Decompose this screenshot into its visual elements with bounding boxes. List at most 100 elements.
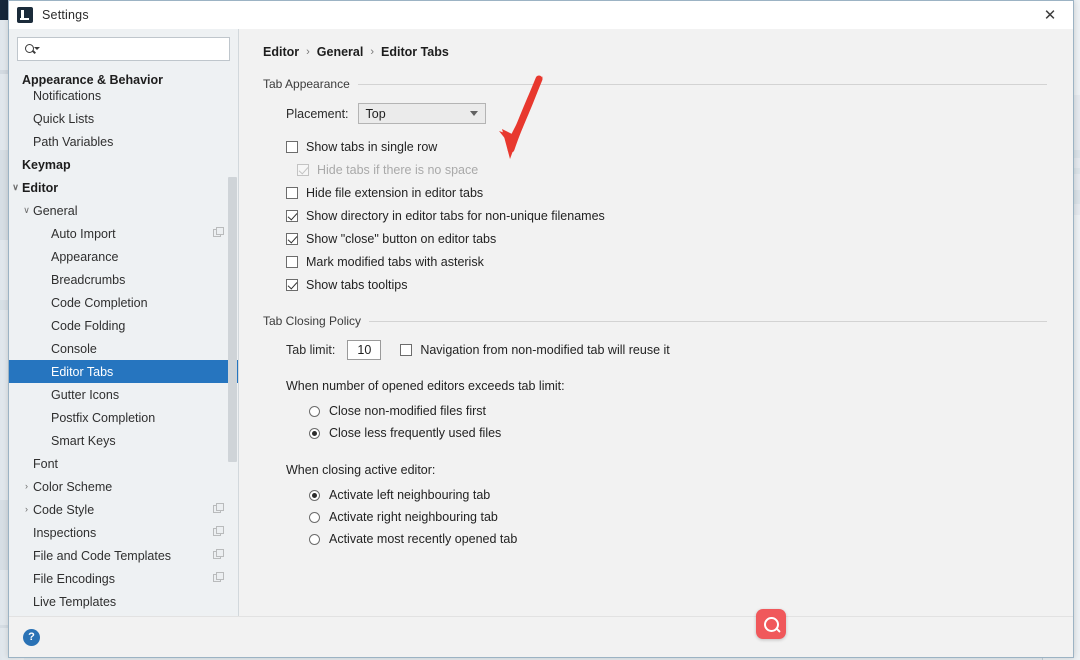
- title-bar: Settings ✕: [9, 1, 1073, 29]
- settings-scope-icon: [213, 227, 224, 238]
- checkbox-label: Hide tabs if there is no space: [317, 163, 478, 177]
- sidebar-item-color-scheme[interactable]: ›Color Scheme: [9, 475, 238, 498]
- chevron-down-icon: [470, 111, 478, 116]
- sidebar-item-breadcrumbs[interactable]: Breadcrumbs: [9, 268, 238, 291]
- dialog-footer: ?: [9, 616, 1073, 657]
- breadcrumb: Editor › General › Editor Tabs: [239, 29, 1073, 59]
- radio-close-non-modified-files-first[interactable]: Close non-modified files first: [309, 400, 1047, 422]
- tab-closing-section: Tab Closing Policy Tab limit: 10 Navigat…: [239, 314, 1073, 550]
- tab-appearance-title: Tab Appearance: [263, 77, 350, 91]
- snipping-tool-badge[interactable]: [756, 609, 786, 639]
- checkbox-box: [400, 344, 412, 356]
- tab-appearance-heading: Tab Appearance: [263, 77, 1047, 91]
- checkbox-label: Mark modified tabs with asterisk: [306, 255, 484, 269]
- sidebar-item-label: Notifications: [33, 89, 101, 103]
- search-icon: [24, 43, 38, 56]
- section-divider: [369, 321, 1047, 322]
- radio-box: [309, 534, 320, 545]
- radio-activate-right-neighbouring-tab[interactable]: Activate right neighbouring tab: [309, 506, 1047, 528]
- sidebar-item-file-and-code-templates[interactable]: File and Code Templates: [9, 544, 238, 567]
- checkbox-show-tabs-tooltips[interactable]: Show tabs tooltips: [286, 273, 1047, 296]
- breadcrumb-separator: ›: [370, 46, 374, 58]
- sidebar-item-file-types[interactable]: File Types: [9, 613, 238, 616]
- tab-closing-title: Tab Closing Policy: [263, 314, 361, 328]
- help-icon[interactable]: ?: [23, 629, 40, 646]
- checkbox-mark-modified-tabs-with-asterisk[interactable]: Mark modified tabs with asterisk: [286, 250, 1047, 273]
- sidebar-item-label: Editor Tabs: [51, 365, 113, 379]
- breadcrumb-item-editor[interactable]: Editor: [263, 45, 299, 59]
- sidebar-item-editor-tabs[interactable]: Editor Tabs: [9, 360, 238, 383]
- settings-tree[interactable]: Appearance & BehaviorNotificationsQuick …: [9, 67, 238, 616]
- search-box[interactable]: [17, 37, 230, 61]
- sidebar-item-label: Keymap: [22, 158, 71, 172]
- chevron-down-icon[interactable]: ∨: [9, 183, 22, 192]
- checkbox-show-close-button-on-editor-tabs[interactable]: Show "close" button on editor tabs: [286, 227, 1047, 250]
- checkbox-box: [297, 164, 309, 176]
- chevron-right-icon[interactable]: ›: [20, 505, 33, 514]
- checkbox-box: [286, 279, 298, 291]
- sidebar-item-label: Code Style: [33, 503, 94, 517]
- sidebar-item-notifications[interactable]: Notifications: [9, 84, 238, 107]
- tab-appearance-section: Tab Appearance Placement: Top Show tabs …: [239, 77, 1073, 296]
- radio-label: Activate left neighbouring tab: [329, 488, 490, 502]
- sidebar-item-label: Console: [51, 342, 97, 356]
- placement-row: Placement: Top: [286, 103, 1047, 124]
- checkbox-show-tabs-in-single-row[interactable]: Show tabs in single row: [286, 135, 1047, 158]
- closing-active-label: When closing active editor:: [286, 463, 1047, 477]
- sidebar-item-console[interactable]: Console: [9, 337, 238, 360]
- reuse-tab-checkbox[interactable]: Navigation from non-modified tab will re…: [400, 343, 669, 357]
- radio-activate-left-neighbouring-tab[interactable]: Activate left neighbouring tab: [309, 484, 1047, 506]
- placement-select[interactable]: Top: [358, 103, 486, 124]
- sidebar-item-label: File Encodings: [33, 572, 115, 586]
- radio-label: Close less frequently used files: [329, 426, 501, 440]
- search-input[interactable]: [40, 39, 223, 59]
- settings-dialog: Settings ✕ Appearance & BehaviorNotifica…: [8, 0, 1074, 658]
- checkbox-label: Hide file extension in editor tabs: [306, 186, 483, 200]
- sidebar-item-code-folding[interactable]: Code Folding: [9, 314, 238, 337]
- sidebar-item-quick-lists[interactable]: Quick Lists: [9, 107, 238, 130]
- sidebar-item-live-templates[interactable]: Live Templates: [9, 590, 238, 613]
- sidebar-item-keymap[interactable]: Keymap: [9, 153, 238, 176]
- checkbox-hide-tabs-if-there-is-no-space: Hide tabs if there is no space: [297, 158, 1047, 181]
- closing-active-radio-group: Activate left neighbouring tab Activate r…: [309, 484, 1047, 550]
- sidebar-item-file-encodings[interactable]: File Encodings: [9, 567, 238, 590]
- chevron-right-icon[interactable]: ›: [20, 482, 33, 491]
- sidebar-item-label: Code Completion: [51, 296, 148, 310]
- sidebar-item-code-style[interactable]: ›Code Style: [9, 498, 238, 521]
- dialog-body: Appearance & BehaviorNotificationsQuick …: [9, 29, 1073, 616]
- exceeds-limit-label: When number of opened editors exceeds ta…: [286, 379, 1047, 393]
- radio-box: [309, 490, 320, 501]
- breadcrumb-item-editor-tabs: Editor Tabs: [381, 45, 449, 59]
- sidebar-item-label: Live Templates: [33, 595, 116, 609]
- radio-close-less-frequently-used-files[interactable]: Close less frequently used files: [309, 422, 1047, 444]
- chevron-down-icon[interactable]: ∨: [20, 206, 33, 215]
- sidebar-item-postfix-completion[interactable]: Postfix Completion: [9, 406, 238, 429]
- sidebar-item-label: Inspections: [33, 526, 96, 540]
- sidebar-item-smart-keys[interactable]: Smart Keys: [9, 429, 238, 452]
- radio-box: [309, 406, 320, 417]
- sidebar-item-editor[interactable]: ∨Editor: [9, 176, 238, 199]
- sidebar-item-label: Breadcrumbs: [51, 273, 125, 287]
- radio-activate-most-recently-opened-tab[interactable]: Activate most recently opened tab: [309, 528, 1047, 550]
- sidebar-scrollbar-thumb[interactable]: [228, 177, 237, 462]
- sidebar-item-path-variables[interactable]: Path Variables: [9, 130, 238, 153]
- settings-scope-icon: [213, 526, 224, 537]
- checkbox-hide-file-extension-in-editor-tabs[interactable]: Hide file extension in editor tabs: [286, 181, 1047, 204]
- sidebar-item-auto-import[interactable]: Auto Import: [9, 222, 238, 245]
- sidebar-item-appearance[interactable]: Appearance: [9, 245, 238, 268]
- checkbox-show-directory-in-editor-tabs-for-non-unique-filenames[interactable]: Show directory in editor tabs for non-un…: [286, 204, 1047, 227]
- sidebar-item-general[interactable]: ∨General: [9, 199, 238, 222]
- tab-limit-input[interactable]: 10: [347, 340, 381, 360]
- sidebar-scrollbar[interactable]: [228, 67, 237, 616]
- sidebar-item-label: General: [33, 204, 77, 218]
- sidebar-item-font[interactable]: Font: [9, 452, 238, 475]
- tab-closing-heading: Tab Closing Policy: [263, 314, 1047, 328]
- window-title: Settings: [42, 8, 89, 22]
- sidebar-item-code-completion[interactable]: Code Completion: [9, 291, 238, 314]
- sidebar-item-label: Postfix Completion: [51, 411, 155, 425]
- close-icon[interactable]: ✕: [1027, 1, 1073, 29]
- sidebar-item-label: Color Scheme: [33, 480, 112, 494]
- breadcrumb-item-general[interactable]: General: [317, 45, 364, 59]
- sidebar-item-gutter-icons[interactable]: Gutter Icons: [9, 383, 238, 406]
- sidebar-item-inspections[interactable]: Inspections: [9, 521, 238, 544]
